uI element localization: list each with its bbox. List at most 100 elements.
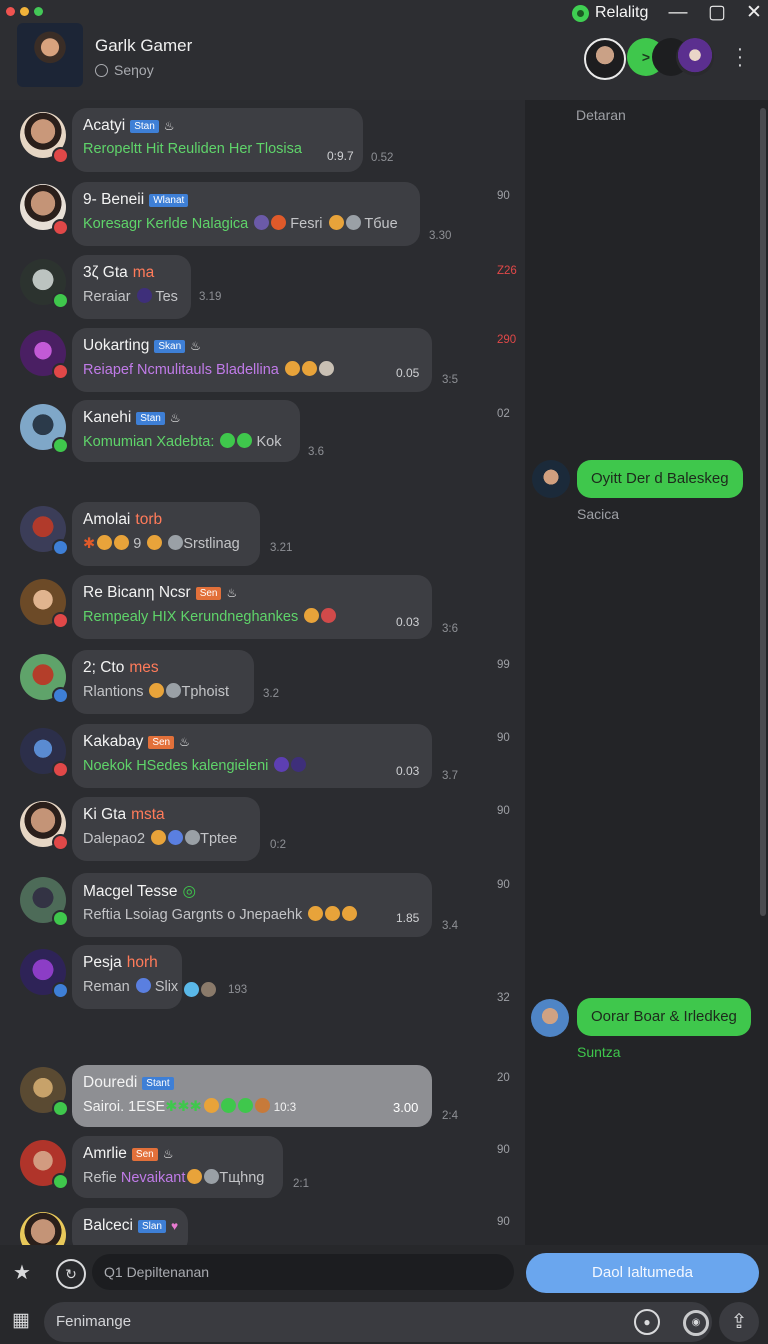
message-meta: 193 <box>228 984 248 996</box>
message-time: 0.03 <box>396 615 420 629</box>
status-badge <box>52 437 69 454</box>
message-bubble[interactable]: 2; Cto mes Rlantions Tphoist <box>72 650 254 714</box>
reaction-count: 90 <box>497 190 510 202</box>
message-bubble[interactable]: Amolai torb ✱ 9 Srstlinag <box>72 502 260 566</box>
brand-icon <box>572 4 589 22</box>
close-dot[interactable] <box>6 7 15 16</box>
list-item[interactable]: 3ζ Gta ma Reraiar Tes 3.19 Z26 <box>0 255 525 321</box>
message-meta: 3.19 <box>199 291 222 303</box>
reaction-count: 20 <box>497 1072 510 1084</box>
chat-subtitle: Seηoy <box>95 62 154 78</box>
close-button[interactable]: ✕ <box>741 2 767 24</box>
group-avatar[interactable] <box>17 23 83 87</box>
sender-name: 3ζ Gta ma <box>83 264 155 281</box>
camera-icon[interactable]: ◉ <box>683 1310 709 1336</box>
message-bubble[interactable]: Kakabay Sen ♨ Noekok HSedes kalengieleni 0… <box>72 724 432 788</box>
sender-name: Kakabay Sen ♨ <box>83 733 190 750</box>
reaction-count: 32 <box>497 992 510 1004</box>
side-panel <box>525 100 768 1245</box>
search-input[interactable]: Q1 Depiltenanan <box>92 1254 514 1290</box>
message-meta: 3:5 <box>442 374 458 386</box>
brand: Relalitg <box>572 4 648 22</box>
grid-icon[interactable]: ▦ <box>9 1309 33 1333</box>
message-bubble[interactable]: Acatyi Stan ♨ Reropeltt Hit Reuliden Her T… <box>72 108 363 172</box>
message-text: Dalepao2 Tptee <box>83 830 238 847</box>
more-options-icon[interactable]: · · · <box>734 39 746 75</box>
star-icon[interactable]: ★ <box>10 1260 34 1284</box>
scrollbar[interactable] <box>760 108 766 916</box>
record-icon[interactable]: ● <box>634 1309 660 1335</box>
list-item[interactable]: Uokarting Skan ♨ Reiapef Ncmulitauls Blade… <box>0 328 525 394</box>
restore-button[interactable]: ▢ <box>704 2 730 24</box>
message-bubble[interactable]: Pesja horh Reman Slix <box>72 945 182 1009</box>
list-item[interactable]: Ki Gta msta Dalepao2 Tptee 0:2 90 <box>0 797 525 863</box>
primary-action-button[interactable]: Daol Ialtumeda <box>526 1253 759 1293</box>
list-item[interactable]: Amrlie Sen ♨ Refie Nevaikant Tщhng 2:1 90 <box>0 1136 525 1202</box>
chat-title: Garlk Gamer <box>95 36 193 55</box>
emoji-stickers <box>182 982 222 1000</box>
status-badge <box>52 761 69 778</box>
list-item[interactable]: Amolai torb ✱ 9 Srstlinag 3.21 <box>0 502 525 568</box>
message-bubble[interactable]: Balceci Slan ♥ <box>72 1208 188 1245</box>
message-text: Komumian Xadebta: Kok <box>83 433 282 450</box>
list-item[interactable]: 9- Beneii Wlanat Koresagr Kerlde Nalagica… <box>0 182 525 248</box>
message-bubble[interactable]: Re Bicanη Ncsr Sen ♨ Rempealy HIX Kerundne… <box>72 575 432 639</box>
message-bubble[interactable]: Ki Gta msta Dalepao2 Tptee <box>72 797 260 861</box>
message-bubble[interactable]: Douredi Stant Sairoi. 1ESE✱✱✱ 10:3 3.00 <box>72 1065 432 1127</box>
message-bubble[interactable]: Uokarting Skan ♨ Reiapef Ncmulitauls Blade… <box>72 328 432 392</box>
side-message-bubble[interactable]: Oyitt Der d Baleskeg <box>577 460 743 498</box>
refresh-icon[interactable]: ↻ <box>56 1259 86 1289</box>
message-bubble[interactable]: 3ζ Gta ma Reraiar Tes <box>72 255 191 319</box>
message-bubble[interactable]: Amrlie Sen ♨ Refie Nevaikant Tщhng <box>72 1136 283 1198</box>
message-text: Refie Nevaikant Tщhng <box>83 1169 265 1186</box>
member-avatar-3[interactable] <box>676 38 714 76</box>
reaction-count: 290 <box>497 334 517 346</box>
reaction-count: 90 <box>497 732 510 744</box>
message-bubble[interactable]: Macgel Tesse ◎ Reftia Lsoiag Gargnts o Jn… <box>72 873 432 937</box>
list-item[interactable]: Pesja horh Reman Slix 193 32 <box>0 945 525 1011</box>
side-message-sender: Sacica <box>577 506 620 522</box>
list-item[interactable]: Kanehi Stan ♨ Komumian Xadebta: Kok 3.6 02 <box>0 400 525 466</box>
list-item[interactable]: Kakabay Sen ♨ Noekok HSedes kalengieleni 0… <box>0 724 525 790</box>
sender-name: Uokarting Skan ♨ <box>83 337 201 354</box>
zoom-dot[interactable] <box>34 7 43 16</box>
sender-name: Douredi Stant <box>83 1074 174 1092</box>
send-icon[interactable]: ⇪ <box>719 1302 759 1342</box>
list-item[interactable]: Re Bicanη Ncsr Sen ♨ Rempealy HIX Kerundne… <box>0 575 525 641</box>
list-item[interactable]: Acatyi Stan ♨ Reropeltt Hit Reuliden Her T… <box>0 108 525 174</box>
sender-name: Acatyi Stan ♨ <box>83 117 175 134</box>
sender-name: Kanehi Stan ♨ <box>83 409 181 426</box>
message-meta: 2:1 <box>293 1178 309 1190</box>
reaction-count: Z26 <box>497 265 517 277</box>
avatar <box>20 1212 66 1245</box>
message-text: ✱ 9 Srstlinag <box>83 535 240 552</box>
message-time: 3.00 <box>393 1100 419 1115</box>
message-time: 0:9.7 <box>327 149 354 163</box>
message-bubble[interactable]: Kanehi Stan ♨ Komumian Xadebta: Kok <box>72 400 300 462</box>
message-text: Noekok HSedes kalengieleni <box>83 757 307 774</box>
message-text: Reiapef Ncmulitauls Bladellina <box>83 361 334 378</box>
message-text: Rempealy HIX Kerundneghankes <box>83 608 337 625</box>
list-item[interactable]: Douredi Stant Sairoi. 1ESE✱✱✱ 10:3 3.00 2… <box>0 1065 525 1131</box>
message-meta: 3.6 <box>308 446 324 458</box>
member-avatar-1[interactable] <box>584 38 626 80</box>
side-message-bubble[interactable]: Oorar Boar & Irledkeg <box>577 998 751 1036</box>
status-badge <box>52 834 69 851</box>
message-bubble[interactable]: 9- Beneii Wlanat Koresagr Kerlde Nalagica… <box>72 182 420 246</box>
list-item[interactable]: Balceci Slan ♥ 90 <box>0 1208 525 1245</box>
list-item[interactable]: Macgel Tesse ◎ Reftia Lsoiag Gargnts o Jn… <box>0 873 525 939</box>
status-badge <box>52 363 69 380</box>
status-badge <box>52 539 69 556</box>
message-meta: 3.4 <box>442 920 458 932</box>
message-input[interactable]: Fenimange <box>44 1302 712 1342</box>
minimize-dot[interactable] <box>20 7 29 16</box>
status-badge <box>52 147 69 164</box>
chat-list: Acatyi Stan ♨ Reropeltt Hit Reuliden Her T… <box>0 100 525 1245</box>
status-badge <box>52 687 69 704</box>
sender-name: Re Bicanη Ncsr Sen ♨ <box>83 584 238 601</box>
brand-label: Relalitg <box>595 4 649 21</box>
minimize-button[interactable]: — <box>665 2 691 24</box>
list-item[interactable]: 2; Cto mes Rlantions Tphoist 3.2 99 <box>0 650 525 716</box>
message-meta: 0.52 <box>371 152 394 164</box>
message-text: Reropeltt Hit Reuliden Her Tlosisa <box>83 141 302 157</box>
